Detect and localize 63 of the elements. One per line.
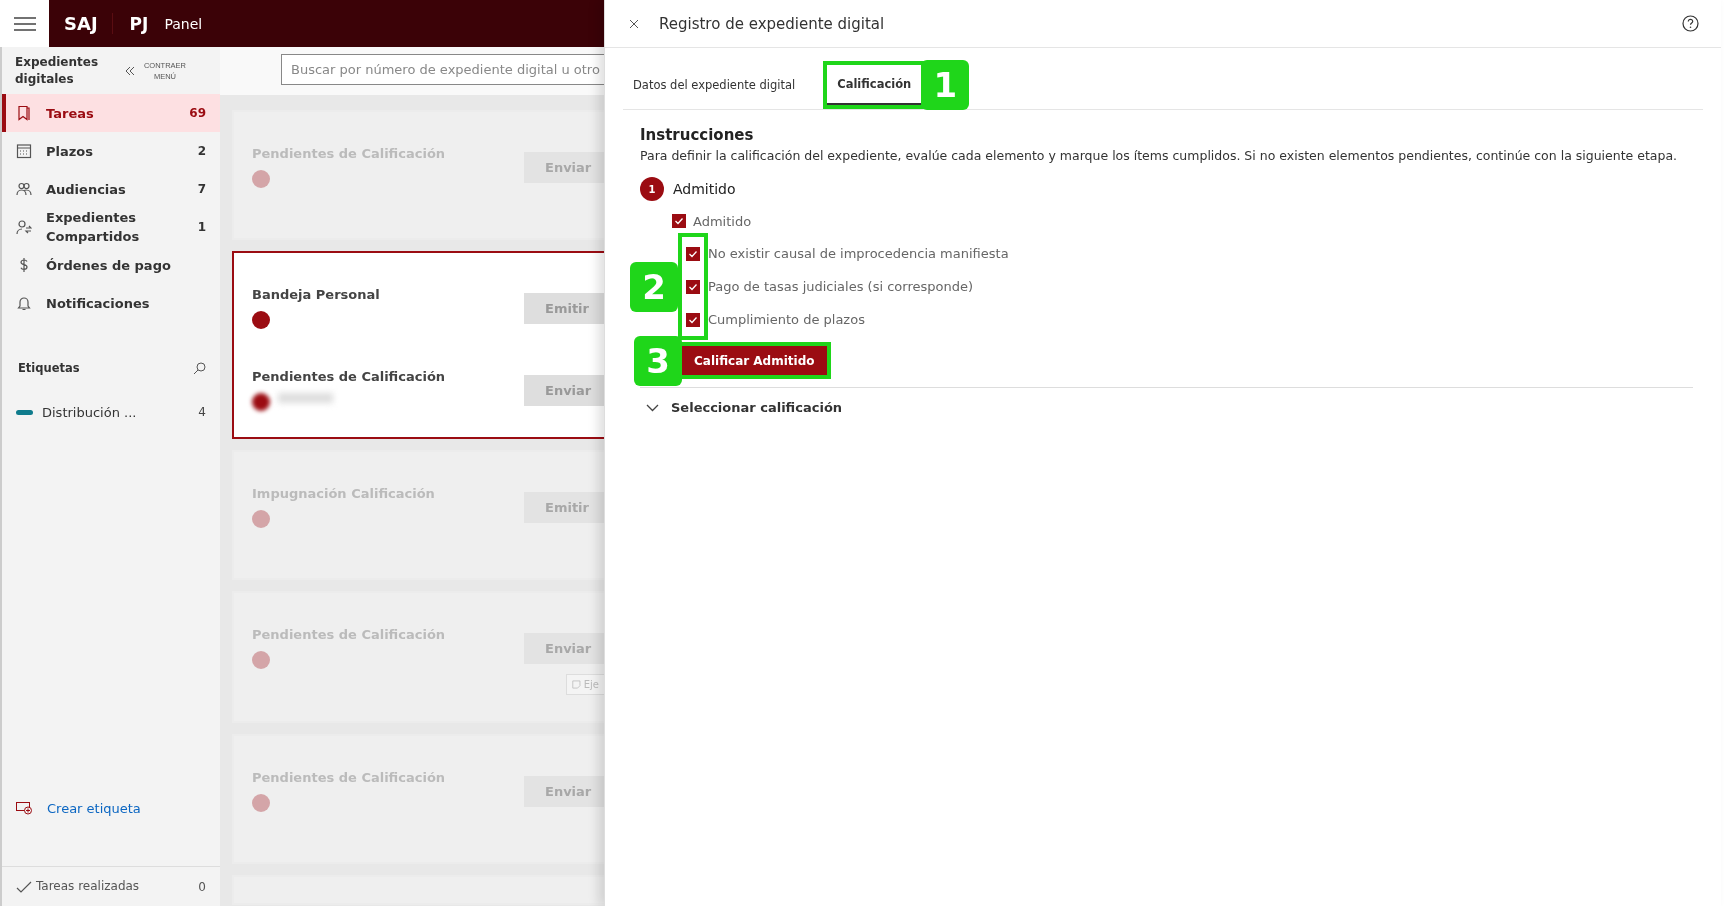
card-title: Bandeja Personal xyxy=(252,287,380,302)
qualify-button[interactable]: Calificar Admitido xyxy=(682,346,827,375)
note-icon xyxy=(572,679,581,690)
nav-item[interactable]: Órdenes de pago xyxy=(2,246,220,284)
create-tag-link[interactable]: Crear etiqueta xyxy=(2,794,220,822)
add-label-icon xyxy=(16,801,33,815)
status-dot xyxy=(252,311,270,329)
person-arrows-icon xyxy=(16,219,32,235)
sidebar-heading: Expedientes digitales xyxy=(15,53,100,88)
step-callout: 3 xyxy=(634,335,682,386)
status-dot xyxy=(252,393,270,411)
checkbox[interactable] xyxy=(672,214,686,228)
help-icon xyxy=(1682,15,1699,32)
checkbox-label[interactable]: Cumplimiento de plazos xyxy=(708,312,865,327)
calendar-icon xyxy=(16,143,32,159)
checkbox[interactable] xyxy=(686,312,700,327)
search-icon[interactable] xyxy=(193,361,206,375)
close-icon xyxy=(629,18,639,29)
instructions-heading: Instrucciones xyxy=(640,126,755,144)
accordion-header[interactable]: Seleccionar calificación xyxy=(640,387,1693,427)
status-dot xyxy=(252,170,270,188)
checkmark-icon xyxy=(16,880,32,893)
checkmark-icon xyxy=(688,281,698,292)
tag-item[interactable]: Distribución ... 4 xyxy=(2,398,220,426)
status-dot xyxy=(252,794,270,812)
instructions-text: Para definir la calificación del expediente, evalúe cada elemento y marque los ítems cumplidos. Si no existen elementos pendientes, continúe con la siguiente etapa. xyxy=(640,148,1679,163)
nav-item[interactable]: Plazos 2 xyxy=(2,132,220,170)
checkbox[interactable] xyxy=(686,246,700,261)
checkbox[interactable] xyxy=(686,279,700,294)
tags-heading: Etiquetas xyxy=(18,361,80,375)
menu-icon xyxy=(13,16,36,31)
chevron-icon xyxy=(646,403,659,412)
checkmark-icon xyxy=(688,314,698,325)
checkmark-icon xyxy=(674,216,684,226)
nav-item[interactable]: Notificaciones xyxy=(2,284,220,322)
checkmark-icon xyxy=(688,248,698,259)
brand-logo: PJ xyxy=(129,13,149,34)
step-number: 1 xyxy=(640,177,664,201)
nav-item[interactable]: Tareas 69 xyxy=(2,94,220,132)
nav-item[interactable]: Expedientes Compartidos 1 xyxy=(2,208,220,246)
card-title: Pendientes de Calificación xyxy=(252,369,446,384)
app-logo: SAJ xyxy=(64,13,113,34)
app-title: Panel xyxy=(164,15,203,32)
done-tasks-count: 0 xyxy=(198,879,206,894)
nav-item[interactable]: Audiencias 7 xyxy=(2,170,220,208)
step-callout: 1 xyxy=(921,59,970,110)
bell-icon xyxy=(16,295,32,311)
status-dot xyxy=(252,651,270,669)
people-icon xyxy=(16,181,32,197)
step-callout: 2 xyxy=(630,261,678,312)
checkbox-label[interactable]: Admitido xyxy=(693,213,752,229)
search-field[interactable]: Buscar por número de expediente digital u otro xyxy=(281,54,604,85)
status-dot xyxy=(252,510,270,528)
step-label: Admitido xyxy=(673,181,736,197)
checkbox-label[interactable]: Pago de tasas judiciales (si corresponde) xyxy=(708,279,973,294)
bookmark-icon xyxy=(16,105,32,121)
menu-button[interactable] xyxy=(0,0,49,47)
tab[interactable]: Datos del expediente digital xyxy=(623,64,806,105)
done-tasks-label: Tareas realizadas xyxy=(36,878,141,895)
panel-title: Registro de expediente digital xyxy=(659,14,886,33)
help-button[interactable] xyxy=(1680,13,1701,34)
double-chevron-left-icon xyxy=(125,65,135,76)
checkbox-label[interactable]: No existir causal de improcedencia manifiesta xyxy=(708,246,1009,261)
